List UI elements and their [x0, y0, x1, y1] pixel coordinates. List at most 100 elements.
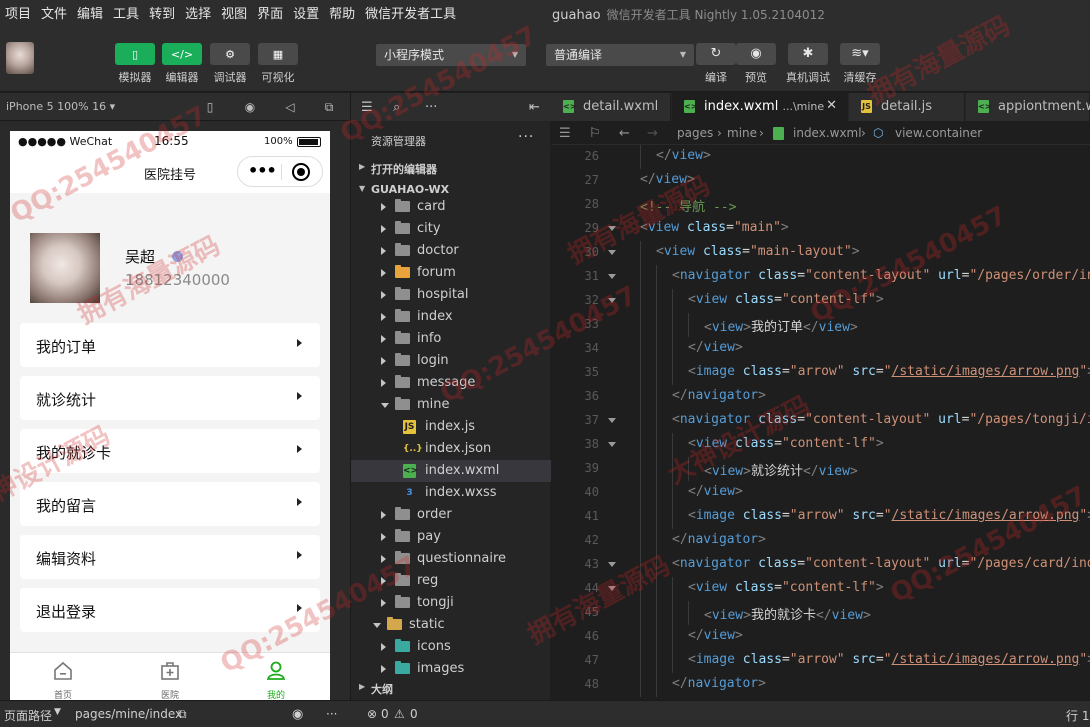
code-line[interactable]: <view class="content-lf"> — [688, 580, 884, 595]
code-line[interactable]: </view> — [688, 628, 743, 643]
menu-goto[interactable]: 转到 — [144, 0, 180, 30]
device-select[interactable]: iPhone 5 100% 16 ▾ — [6, 93, 115, 121]
tab-detail-js[interactable]: JS detail.js — [849, 93, 965, 121]
list-icon[interactable]: ☰ — [559, 126, 571, 141]
code-line[interactable]: </navigator> — [672, 532, 766, 547]
tree-folder-city[interactable]: city — [351, 218, 551, 240]
tree-folder-icons[interactable]: icons — [351, 636, 551, 658]
close-icon[interactable]: ✕ — [826, 98, 837, 113]
menu-wechat-devtools[interactable]: 微信开发者工具 — [360, 0, 461, 30]
code-line[interactable]: </view> — [688, 340, 743, 355]
tree-folder-card[interactable]: card — [351, 196, 551, 218]
search-icon[interactable]: ⌕ — [393, 100, 400, 115]
real-debug-button[interactable]: ✱ 真机调试 — [786, 43, 830, 85]
tree-file-index-wxss[interactable]: 3 index.wxss — [351, 482, 551, 504]
code-line[interactable]: <image class="arrow" src="/static/images… — [688, 652, 1090, 667]
menu-select[interactable]: 选择 — [180, 0, 216, 30]
menu-edit-profile[interactable]: 编辑资料 — [20, 535, 320, 579]
code-line[interactable]: <!-- 导航 --> — [640, 196, 736, 215]
menu-logout[interactable]: 退出登录 — [20, 588, 320, 632]
breadcrumb-symbol[interactable]: view.container — [895, 126, 982, 140]
tree-folder-tongji[interactable]: tongji — [351, 592, 551, 614]
code-line[interactable]: </navigator> — [672, 676, 766, 691]
code-line[interactable]: <image class="arrow" src="/static/images… — [688, 364, 1090, 379]
compile-select[interactable]: 普通编译 ▼ — [546, 44, 694, 66]
record-icon[interactable]: ◉ — [243, 100, 257, 114]
menu-my-orders[interactable]: 我的订单 — [20, 323, 320, 367]
back-arrow-icon[interactable]: ← — [619, 126, 630, 141]
fold-chevron-icon[interactable] — [608, 274, 616, 279]
tree-folder-questionnaire[interactable]: questionnaire — [351, 548, 551, 570]
tree-file-index-json[interactable]: {..} index.json — [351, 438, 551, 460]
mode-select[interactable]: 小程序模式 ▼ — [376, 44, 526, 66]
open-editors-section[interactable]: ▶ 打开的编辑器 — [351, 157, 551, 179]
code-line[interactable]: </navigator> — [672, 388, 766, 403]
collapse-panel-icon[interactable]: ⇤ — [529, 100, 540, 115]
chevron-down-icon[interactable]: ▼ — [54, 707, 61, 717]
menu-visit-stats[interactable]: 就诊统计 — [20, 376, 320, 420]
code-line[interactable]: <view class="main"> — [640, 220, 789, 235]
phone-icon[interactable]: ▯ — [203, 100, 217, 114]
fold-chevron-icon[interactable] — [608, 298, 616, 303]
code-line[interactable]: <navigator class="content-layout" url="/… — [672, 268, 1090, 283]
tree-folder-doctor[interactable]: doctor — [351, 240, 551, 262]
editor-toggle[interactable]: </> 编辑器 — [162, 43, 202, 85]
menu-project[interactable]: 项目 — [0, 0, 36, 30]
fold-chevron-icon[interactable] — [608, 442, 616, 447]
code-editor[interactable]: 26 </view> 27 </view> 28 <!-- 导航 --> 29 <view c… — [551, 145, 1090, 700]
fold-chevron-icon[interactable] — [608, 562, 616, 567]
popout-icon[interactable]: ⧉ — [322, 100, 336, 114]
bookmark-icon[interactable]: ⚐ — [589, 126, 601, 141]
code-line[interactable]: </view> — [656, 148, 711, 163]
warning-count[interactable]: 0 — [410, 707, 418, 721]
code-line[interactable]: <view class="content-lf"> — [688, 292, 884, 307]
fold-chevron-icon[interactable] — [608, 226, 616, 231]
tree-folder-info[interactable]: info — [351, 328, 551, 350]
visualize-toggle[interactable]: ▦ 可视化 — [258, 43, 298, 85]
tab-appiontment[interactable]: <> appiontment.wx — [966, 93, 1090, 121]
tree-folder-reg[interactable]: reg — [351, 570, 551, 592]
breadcrumb-mine[interactable]: mine — [727, 126, 757, 140]
more-icon[interactable]: ··· — [326, 707, 337, 721]
debugger-toggle[interactable]: ⚙ 调试器 — [210, 43, 250, 85]
menu-edit[interactable]: 编辑 — [72, 0, 108, 30]
menu-my-card[interactable]: 我的就诊卡 — [20, 429, 320, 473]
tree-file-index-js[interactable]: JS index.js — [351, 416, 551, 438]
clear-cache-button[interactable]: ≋▾ 清缓存 — [840, 43, 880, 85]
code-line[interactable]: </view> — [640, 172, 695, 187]
fold-chevron-icon[interactable] — [608, 250, 616, 255]
volume-icon[interactable]: ◁ — [283, 100, 297, 114]
files-icon[interactable]: ☰ — [361, 100, 373, 115]
menu-help[interactable]: 帮助 — [324, 0, 360, 30]
tab-detail-wxml[interactable]: <> detail.wxml — [551, 93, 671, 121]
preview-button[interactable]: ◉ 预览 — [736, 43, 776, 85]
menu-settings[interactable]: 设置 — [288, 0, 324, 30]
code-line[interactable]: <navigator class="content-layout" url="/… — [672, 556, 1090, 571]
tab-mine[interactable]: 我的 — [236, 653, 316, 700]
menu-view[interactable]: 视图 — [216, 0, 252, 30]
forward-arrow-icon[interactable]: → — [647, 126, 658, 141]
tree-folder-index[interactable]: index — [351, 306, 551, 328]
code-line[interactable]: <view class="main-layout"> — [656, 244, 860, 259]
code-line[interactable]: <view>我的订单</view> — [704, 316, 858, 335]
eye-icon[interactable]: ◉ — [292, 707, 303, 722]
code-line[interactable]: <view>我的就诊卡</view> — [704, 604, 871, 623]
tree-folder-login[interactable]: login — [351, 350, 551, 372]
tree-folder-static[interactable]: static — [351, 614, 551, 636]
tree-file-index-wxml[interactable]: <> index.wxml — [351, 460, 551, 482]
tree-folder-pay[interactable]: pay — [351, 526, 551, 548]
tree-folder-order[interactable]: order — [351, 504, 551, 526]
tree-folder-message[interactable]: message — [351, 372, 551, 394]
tab-hospital[interactable]: 医院 — [130, 653, 210, 700]
code-line[interactable]: </view> — [688, 484, 743, 499]
menu-tools[interactable]: 工具 — [108, 0, 144, 30]
tab-home[interactable]: 首页 — [23, 653, 103, 700]
code-line[interactable]: <view class="content-lf"> — [688, 436, 884, 451]
simulator-toggle[interactable]: ▯ 模拟器 — [115, 43, 155, 85]
error-count[interactable]: 0 — [381, 707, 389, 721]
tree-folder-mine[interactable]: mine — [351, 394, 551, 416]
fold-chevron-icon[interactable] — [608, 418, 616, 423]
page-path[interactable]: pages/mine/index — [75, 707, 182, 721]
code-line[interactable]: <view>就诊统计</view> — [704, 460, 858, 479]
tree-folder-hospital[interactable]: hospital — [351, 284, 551, 306]
